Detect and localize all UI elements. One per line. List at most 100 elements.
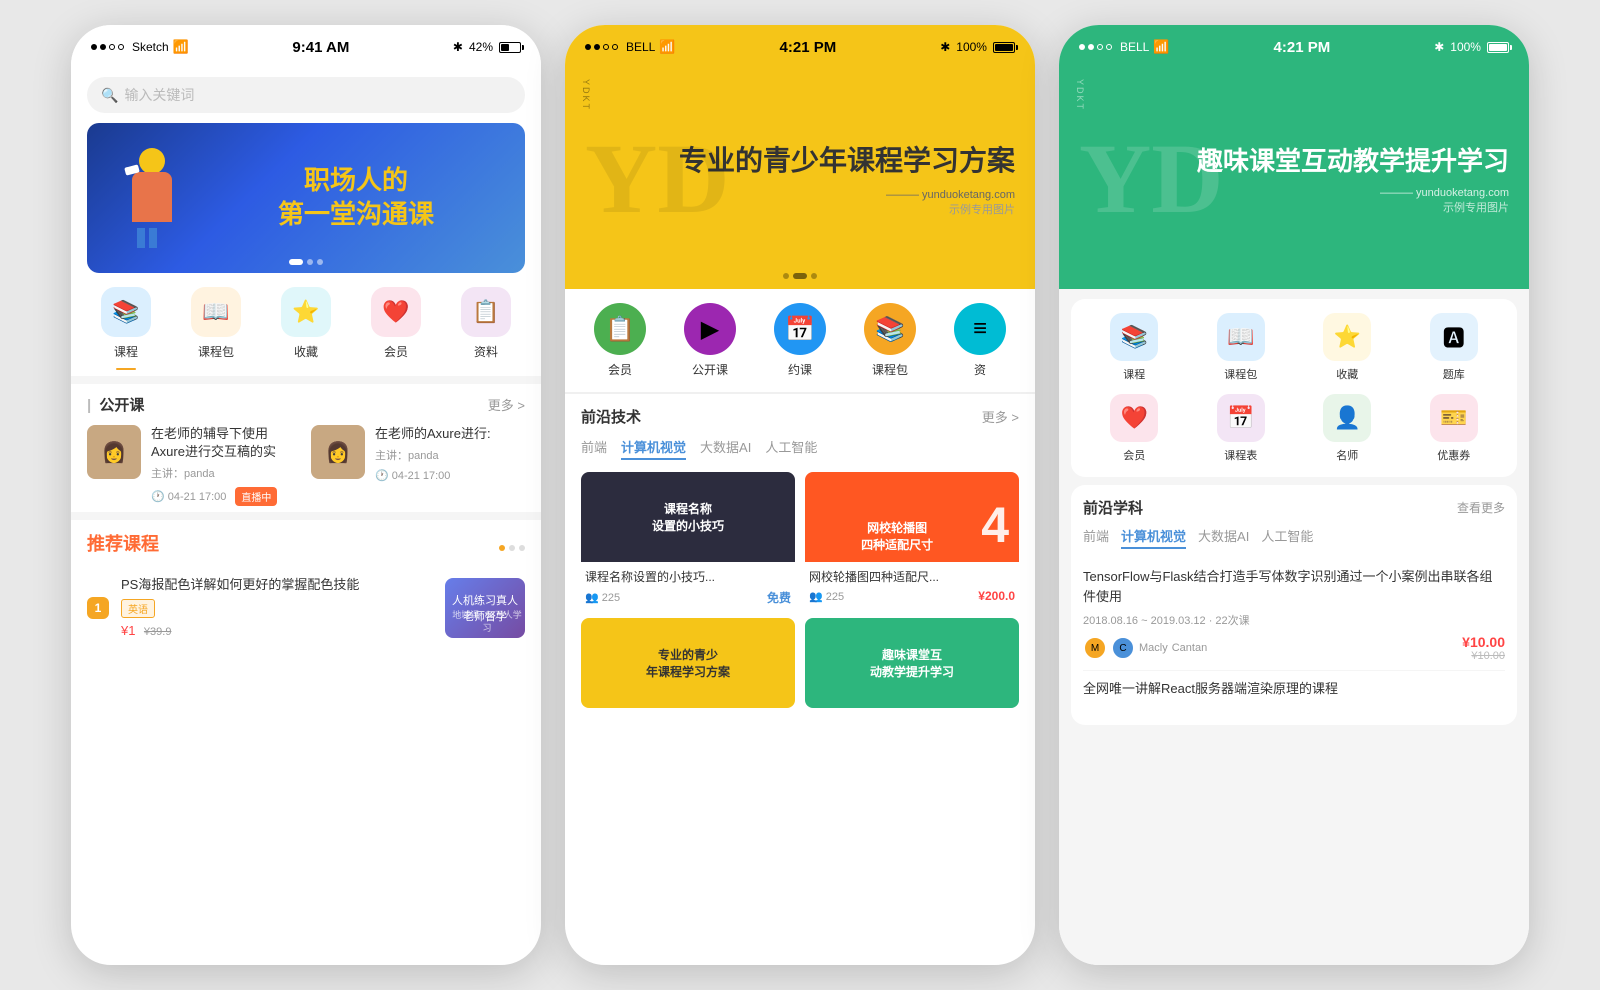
course-thumb-img-2: 网校轮播图四种适配尺寸 4 <box>805 472 1019 562</box>
course-thumb-3[interactable]: 专业的青少年课程学习方案 <box>581 618 795 708</box>
course3-price-block-1: ¥10.00 ¥10.00 <box>1462 634 1505 662</box>
course3-meta-1: 2018.08.16 ~ 2019.03.12 · 22次课 <box>1083 612 1505 628</box>
cat2-pkg[interactable]: 📚 课程包 <box>864 303 916 378</box>
public-course-more[interactable]: 更多 > <box>488 395 525 414</box>
cat-course-icon: 📚 <box>101 287 151 337</box>
course3-title-1: TensorFlow与Flask结合打造手写体数字识别通过一个小案例出串联各组件… <box>1083 567 1505 606</box>
rec-title: PS海报配色详解如何更好的掌握配色技能 <box>121 576 433 594</box>
cat-collect[interactable]: ⭐ 收藏 <box>281 287 331 370</box>
banner-illustration <box>107 143 197 253</box>
rec-card[interactable]: 1 PS海报配色详解如何更好的掌握配色技能 英语 ¥1 ¥39.9 人机练习真人… <box>87 576 525 639</box>
live-badge-1: 直播中 <box>235 487 277 506</box>
cat3-course[interactable]: 📚 课程 <box>1110 313 1158 382</box>
status-right-2: ✱ 100% <box>940 40 1015 54</box>
banner3-site: ——— yunduoketang.com <box>1197 187 1509 199</box>
wifi-icon-3: 📶 <box>1153 39 1169 55</box>
phone-1: Sketch 📶 9:41 AM ✱ 42% 🔍 输入关键词 <box>71 25 541 965</box>
card-avatar-1: 👩 <box>87 425 141 479</box>
tab3-cv[interactable]: 计算机视觉 <box>1121 526 1186 549</box>
search-bar[interactable]: 🔍 输入关键词 <box>87 77 525 113</box>
b2d3 <box>811 273 817 279</box>
cat3-teacher[interactable]: 👤 名师 <box>1323 394 1371 463</box>
cats3-row1: 📚 课程 📖 课程包 ⭐ 收藏 🅰 题库 <box>1081 313 1507 382</box>
cat-course[interactable]: 📚 课程 <box>101 287 151 370</box>
bluetooth-icon-1: ✱ <box>453 40 463 54</box>
status-bar-1: Sketch 📶 9:41 AM ✱ 42% <box>71 25 541 69</box>
public-course-title: | 公开课 <box>87 394 144 415</box>
tab-cv[interactable]: 计算机视觉 <box>621 437 686 460</box>
tab3-ai[interactable]: 人工智能 <box>1261 526 1313 549</box>
course3-item-2[interactable]: 全网唯一讲解React服务器端渲染原理的课程 <box>1083 671 1505 713</box>
cat-member-label: 会员 <box>384 343 408 360</box>
cat3-pkg[interactable]: 📖 课程包 <box>1217 313 1265 382</box>
tab-frontend[interactable]: 前端 <box>581 437 607 460</box>
cat-material-label: 资料 <box>474 343 498 360</box>
rec-price-old: ¥39.9 <box>144 626 172 638</box>
cat3-quiz[interactable]: 🅰 题库 <box>1430 313 1478 382</box>
course-card-2[interactable]: 👩 在老师的Axure进行: 主讲：panda 🕐 04-21 17:00 <box>311 425 525 506</box>
course-thumb-1[interactable]: 课程名称设置的小技巧 课程名称设置的小技巧... 👥 225 免费 <box>581 472 795 608</box>
course-thumb-sub2: 网校轮播图四种适配尺寸 <box>813 520 981 554</box>
cat-package-icon: 📖 <box>191 287 241 337</box>
cat-collect-icon: ⭐ <box>281 287 331 337</box>
cat2-open-icon: ▶ <box>684 303 736 355</box>
cat3-member[interactable]: ❤️ 会员 <box>1110 394 1158 463</box>
cat2-book[interactable]: 📅 约课 <box>774 303 826 378</box>
course-thumb-img-4: 趣味课堂互动教学提升学习 <box>805 618 1019 708</box>
cutting-more[interactable]: 查看更多 <box>1457 499 1505 516</box>
course3-price-old-1: ¥10.00 <box>1462 650 1505 662</box>
course-thumb-2[interactable]: 网校轮播图四种适配尺寸 4 网校轮播图四种适配尺... 👥 225 ¥200.0 <box>805 472 1019 608</box>
cat2-pkg-icon: 📚 <box>864 303 916 355</box>
recommend-title: 推荐课程 <box>87 530 159 556</box>
tech-section: 前沿技术 更多 > 前端 计算机视觉 大数据AI 人工智能 课程名称设置的小技巧… <box>565 394 1035 720</box>
course-thumb-num: 4 <box>981 496 1009 554</box>
course-thumb-title-4: 趣味课堂互动教学提升学习 <box>870 646 954 680</box>
course3-item-1[interactable]: TensorFlow与Flask结合打造手写体数字识别通过一个小案例出串联各组件… <box>1083 559 1505 671</box>
cat2-member-label: 会员 <box>608 361 632 378</box>
tab3-bigdata[interactable]: 大数据AI <box>1198 526 1249 549</box>
tech-more[interactable]: 更多 > <box>982 407 1019 426</box>
course-thumb-4[interactable]: 趣味课堂互动教学提升学习 <box>805 618 1019 708</box>
clock-icon-1: 🕐 <box>151 490 165 503</box>
banner3-title: 趣味课堂互动教学提升学习 <box>1197 143 1509 179</box>
cat3-collect[interactable]: ⭐ 收藏 <box>1323 313 1371 382</box>
card-teacher-2: 主讲：panda <box>375 447 525 463</box>
cat2-member[interactable]: 📋 会员 <box>594 303 646 378</box>
time-2: 4:21 PM <box>780 39 837 56</box>
course-thumb-title-1: 课程名称设置的小技巧 <box>652 500 724 534</box>
battery-icon-1 <box>499 42 521 53</box>
battery-pct-2: 100% <box>956 40 987 54</box>
teacher-cantan: Cantan <box>1172 642 1207 654</box>
battery-icon-2 <box>993 42 1015 53</box>
cat3-coupon[interactable]: 🎫 优惠券 <box>1430 394 1478 463</box>
banner-line2: 第一堂沟通课 <box>278 198 434 232</box>
phone-3: BELL 📶 4:21 PM ✱ 100% YDKT YD 趣味课堂互动教学提升… <box>1059 25 1529 965</box>
cat-member[interactable]: ❤️ 会员 <box>371 287 421 370</box>
cat3-schedule[interactable]: 📅 课程表 <box>1217 394 1265 463</box>
course-card-1[interactable]: 👩 在老师的辅导下使用Axure进行交互稿的实 主讲：panda 🕐 04-21… <box>87 425 301 506</box>
cat2-open[interactable]: ▶ 公开课 <box>684 303 736 378</box>
cat3-member-icon: ❤️ <box>1110 394 1158 442</box>
dot2-1 <box>585 44 591 50</box>
status-bar-2: BELL 📶 4:21 PM ✱ 100% <box>565 25 1035 69</box>
rec-thumb-sub: 地域课· 86万人学习 <box>449 608 525 634</box>
course-price-2: ¥200.0 <box>978 589 1015 603</box>
banner-line1: 职场人的 <box>278 164 434 198</box>
cat-package[interactable]: 📖 课程包 <box>191 287 241 370</box>
dot2-3 <box>603 44 609 50</box>
cat2-res[interactable]: ≡ 资 <box>954 303 1006 378</box>
tech-section-header: 前沿技术 更多 > <box>581 406 1019 427</box>
course-price-1: 免费 <box>767 589 791 606</box>
cat-material[interactable]: 📋 资料 <box>461 287 511 370</box>
tech-tabs: 前端 计算机视觉 大数据AI 人工智能 <box>581 437 1019 460</box>
tab-bigdata[interactable]: 大数据AI <box>700 437 751 460</box>
categories-1: 📚 课程 📖 课程包 ⭐ 收藏 ❤️ 会员 📋 资料 <box>71 273 541 376</box>
tab3-frontend[interactable]: 前端 <box>1083 526 1109 549</box>
cutting-title: 前沿学科 <box>1083 497 1143 518</box>
banner-3: YDKT YD 趣味课堂互动教学提升学习 ——— yunduoketang.co… <box>1059 69 1529 289</box>
card-title-2: 在老师的Axure进行: <box>375 425 525 443</box>
tab-ai[interactable]: 人工智能 <box>765 437 817 460</box>
dot3-4 <box>1106 44 1112 50</box>
wifi-icon-1: 📶 <box>173 39 189 55</box>
rec-thumb: 人机练习真人老师督学 地域课· 86万人学习 <box>445 578 525 638</box>
